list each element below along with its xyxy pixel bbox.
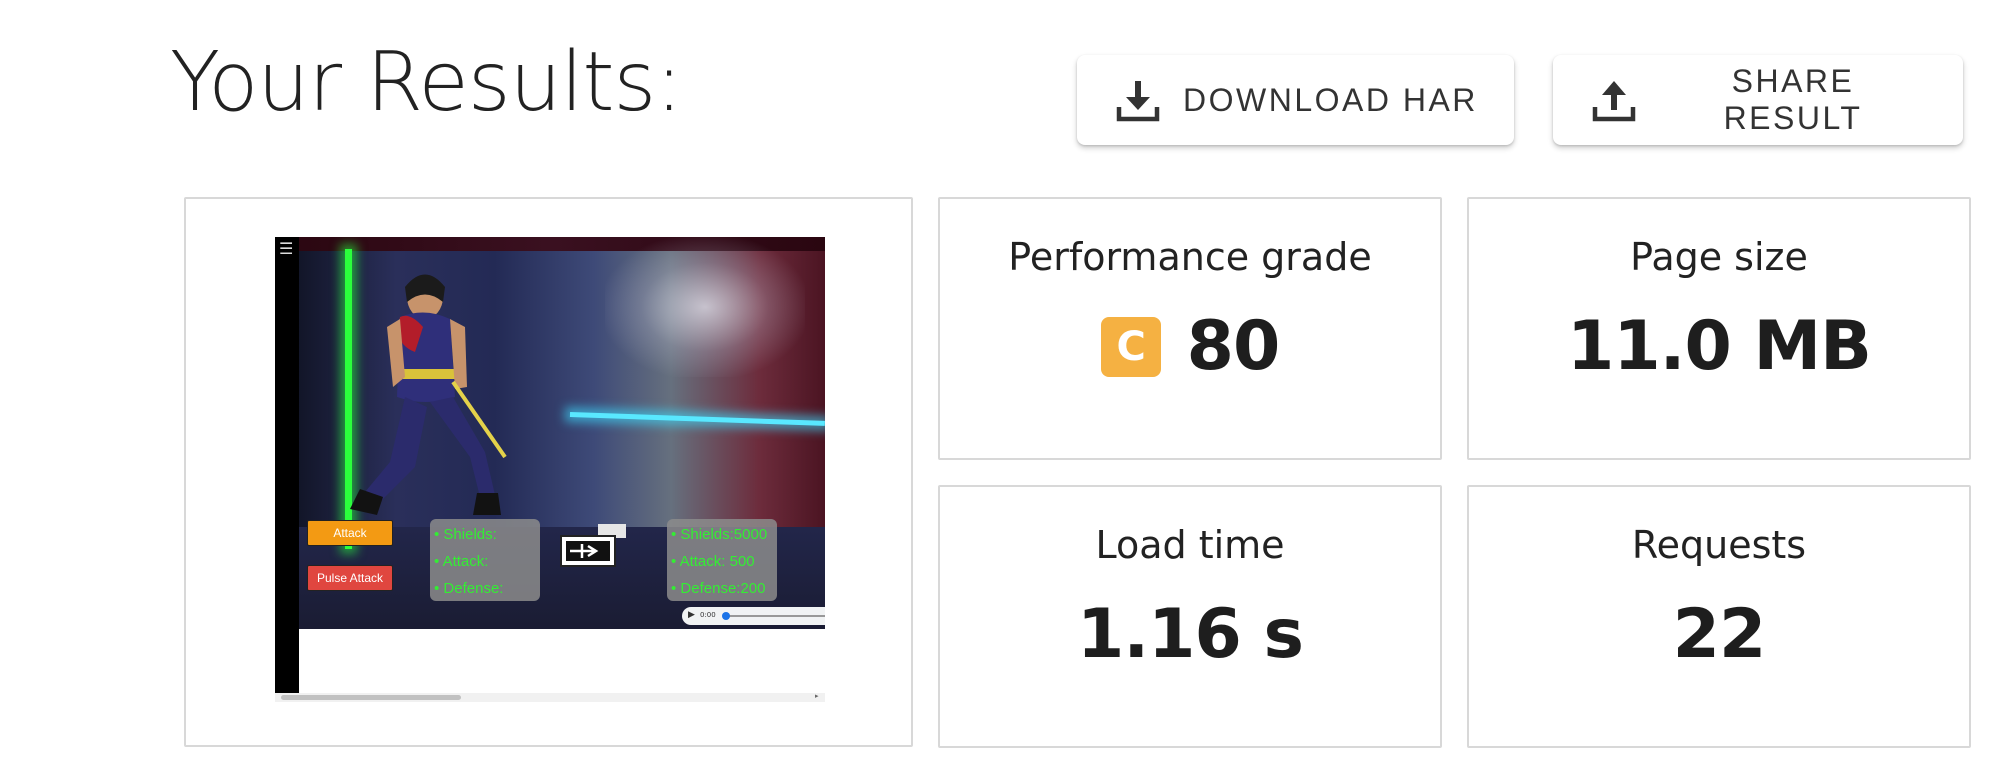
- share-result-button[interactable]: SHARE RESULT: [1553, 55, 1963, 145]
- stat-line: Shields:5000: [671, 521, 773, 548]
- hamburger-icon: ☰: [279, 239, 294, 258]
- scrollbar-thumb: [281, 695, 461, 700]
- stat-line: Attack: 500: [671, 548, 773, 575]
- page-title: Your Results:: [170, 35, 683, 130]
- enemy-stats-box: Shields:5000 Attack: 500 Defense:200: [667, 519, 777, 601]
- play-icon: ▶: [688, 610, 695, 620]
- performance-score: 80: [1186, 307, 1281, 386]
- game-pulse-attack-button: Pulse Attack: [307, 565, 393, 591]
- hero-character: [350, 274, 507, 515]
- cyan-laser: [569, 412, 825, 426]
- download-har-label: DOWNLOAD HAR: [1183, 81, 1478, 118]
- audio-player: ▶ 0:00: [682, 607, 825, 625]
- page-screenshot: Attack Pulse Attack Shields: Attack: Def…: [275, 237, 825, 702]
- audio-track: [724, 615, 825, 617]
- player-stats-box: Shields: Attack: Defense:: [430, 519, 540, 601]
- performance-grade-card: Performance grade C 80: [938, 197, 1442, 460]
- stat-line: Defense:200: [671, 575, 773, 602]
- stat-line: Defense:: [434, 575, 536, 602]
- stat-line: Attack:: [434, 548, 536, 575]
- requests-value: 22: [1672, 595, 1767, 674]
- load-time-label: Load time: [1095, 523, 1285, 567]
- share-result-label: SHARE RESULT: [1723, 63, 1863, 136]
- load-time-value: 1.16 s: [1077, 595, 1304, 674]
- page-screenshot-card: Attack Pulse Attack Shields: Attack: Def…: [184, 197, 913, 747]
- page-size-label: Page size: [1630, 235, 1808, 279]
- download-icon: [1113, 75, 1163, 125]
- weapon-icon: [560, 524, 626, 567]
- page-size-value: 11.0 MB: [1567, 307, 1872, 386]
- share-icon: [1589, 75, 1639, 125]
- scroll-right-arrow-icon: ▸: [815, 692, 819, 700]
- game-scene: Attack Pulse Attack Shields: Attack: Def…: [275, 237, 825, 629]
- audio-time: 0:00: [700, 611, 716, 619]
- audio-knob: [722, 612, 730, 620]
- performance-grade-label: Performance grade: [1008, 235, 1372, 279]
- download-har-button[interactable]: DOWNLOAD HAR: [1077, 55, 1514, 145]
- stat-line: Shields:: [434, 521, 536, 548]
- performance-grade-value: C 80: [940, 307, 1440, 386]
- grade-badge: C: [1100, 316, 1161, 377]
- left-black-strip: [275, 237, 299, 702]
- game-attack-button: Attack: [307, 520, 393, 546]
- requests-card: Requests 22: [1467, 485, 1971, 748]
- load-time-card: Load time 1.16 s: [938, 485, 1442, 748]
- requests-label: Requests: [1631, 523, 1807, 567]
- background-glow: [605, 237, 805, 377]
- page-size-card: Page size 11.0 MB: [1467, 197, 1971, 460]
